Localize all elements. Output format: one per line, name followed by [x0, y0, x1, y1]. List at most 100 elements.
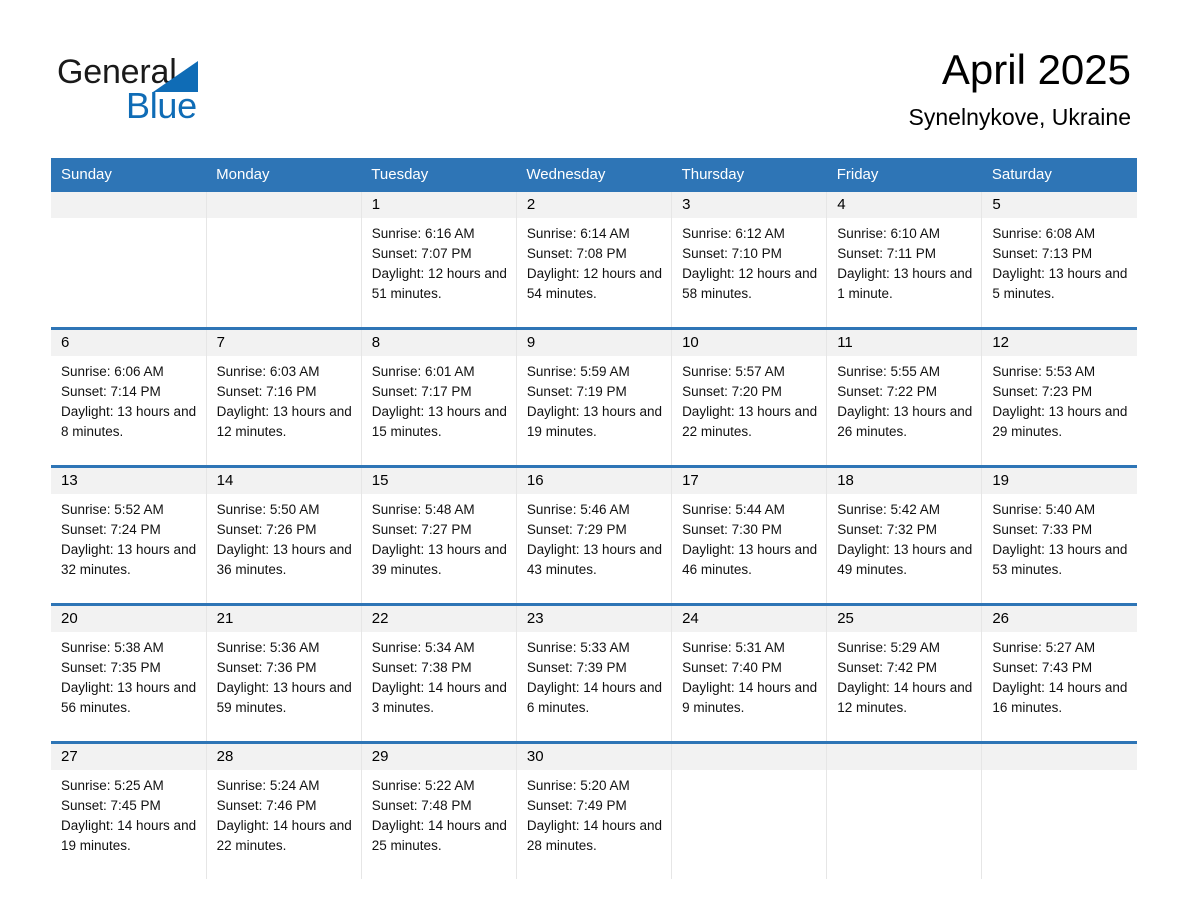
- sunrise-text: Sunrise: 6:12 AM: [682, 226, 785, 241]
- calendar-week-row: 1 Sunrise: 6:16 AM Sunset: 7:07 PM Daylight…: [51, 192, 1137, 329]
- calendar-day-cell[interactable]: 27 Sunrise: 5:25 AM Sunset: 7:45 PM Dayligh…: [51, 741, 207, 879]
- day-cell-inner: 12 Sunrise: 5:53 AM Sunset: 7:23 PM Dayligh…: [982, 330, 1137, 465]
- sunset-text: Sunset: 7:46 PM: [216, 798, 317, 813]
- day-number: 25: [827, 606, 982, 632]
- day-cell-inner: 14 Sunrise: 5:50 AM Sunset: 7:26 PM Dayligh…: [206, 468, 361, 603]
- day-details: Sunrise: 5:44 AM Sunset: 7:30 PM Daylight:…: [672, 494, 826, 580]
- day-details: Sunrise: 6:06 AM Sunset: 7:14 PM Daylight:…: [51, 356, 206, 442]
- calendar-day-cell[interactable]: 3 Sunrise: 6:12 AM Sunset: 7:10 PM Daylight…: [671, 192, 827, 329]
- weekday-header-thursday: Thursday: [671, 158, 827, 192]
- calendar-page: General Blue April 2025 Synelnykove, Ukr…: [0, 0, 1188, 918]
- day-cell-inner: 10 Sunrise: 5:57 AM Sunset: 7:20 PM Dayligh…: [672, 330, 827, 465]
- calendar-day-cell[interactable]: 20 Sunrise: 5:38 AM Sunset: 7:35 PM Dayligh…: [51, 603, 207, 743]
- day-number: 12: [982, 330, 1137, 356]
- day-cell-inner: 25 Sunrise: 5:29 AM Sunset: 7:42 PM Dayligh…: [827, 606, 982, 741]
- day-number: 15: [361, 468, 516, 494]
- calendar-day-cell[interactable]: 15 Sunrise: 5:48 AM Sunset: 7:27 PM Dayligh…: [360, 465, 517, 605]
- day-details: Sunrise: 5:48 AM Sunset: 7:27 PM Daylight:…: [362, 494, 516, 580]
- day-number: [982, 744, 1137, 770]
- sunrise-text: Sunrise: 5:25 AM: [61, 778, 164, 793]
- sunrise-text: Sunrise: 5:42 AM: [837, 502, 941, 517]
- day-details: Sunrise: 5:22 AM Sunset: 7:48 PM Daylight:…: [362, 770, 516, 856]
- day-details: Sunrise: 6:01 AM Sunset: 7:17 PM Daylight:…: [362, 356, 516, 442]
- day-number: 7: [206, 330, 361, 356]
- calendar-day-cell[interactable]: 30 Sunrise: 5:20 AM Sunset: 7:49 PM Dayligh…: [515, 741, 672, 879]
- weekday-header-friday: Friday: [826, 158, 982, 192]
- calendar-day-cell[interactable]: 9 Sunrise: 5:59 AM Sunset: 7:19 PM Daylight…: [515, 327, 672, 467]
- day-cell-inner: 28 Sunrise: 5:24 AM Sunset: 7:46 PM Dayligh…: [206, 744, 361, 879]
- sunset-text: Sunset: 7:39 PM: [526, 660, 627, 675]
- day-details: Sunrise: 6:12 AM Sunset: 7:10 PM Daylight:…: [672, 218, 826, 304]
- sunset-text: Sunset: 7:07 PM: [371, 246, 472, 261]
- day-cell-inner: 2 Sunrise: 6:14 AM Sunset: 7:08 PM Daylight…: [516, 192, 672, 327]
- calendar-day-cell[interactable]: 25 Sunrise: 5:29 AM Sunset: 7:42 PM Dayligh…: [826, 603, 982, 743]
- sunset-text: Sunset: 7:22 PM: [837, 384, 938, 399]
- calendar-day-cell[interactable]: 1 Sunrise: 6:16 AM Sunset: 7:07 PM Daylight…: [360, 192, 517, 329]
- calendar-day-cell[interactable]: 26 Sunrise: 5:27 AM Sunset: 7:43 PM Dayligh…: [981, 603, 1137, 743]
- calendar-week-row: 27 Sunrise: 5:25 AM Sunset: 7:45 PM Dayligh…: [51, 741, 1137, 879]
- title-block: April 2025 Synelnykove, Ukraine: [909, 44, 1131, 132]
- calendar-body: 1 Sunrise: 6:16 AM Sunset: 7:07 PM Daylight…: [51, 192, 1137, 879]
- day-number: 30: [516, 744, 672, 770]
- daylight-text: Daylight: 14 hours and 22 minutes.: [216, 818, 352, 853]
- day-details: Sunrise: 5:38 AM Sunset: 7:35 PM Daylight:…: [51, 632, 206, 718]
- calendar-day-cell[interactable]: 16 Sunrise: 5:46 AM Sunset: 7:29 PM Dayligh…: [515, 465, 672, 605]
- day-number: 2: [516, 192, 672, 218]
- calendar-day-cell[interactable]: 21 Sunrise: 5:36 AM Sunset: 7:36 PM Dayligh…: [205, 603, 362, 743]
- calendar-day-cell[interactable]: 14 Sunrise: 5:50 AM Sunset: 7:26 PM Dayligh…: [205, 465, 362, 605]
- day-details: Sunrise: 5:53 AM Sunset: 7:23 PM Daylight:…: [982, 356, 1137, 442]
- page-header: General Blue April 2025 Synelnykove, Ukr…: [0, 0, 1188, 158]
- day-number: 22: [361, 606, 516, 632]
- calendar-day-cell[interactable]: 13 Sunrise: 5:52 AM Sunset: 7:24 PM Dayligh…: [51, 465, 207, 605]
- calendar-day-cell[interactable]: 24 Sunrise: 5:31 AM Sunset: 7:40 PM Dayligh…: [671, 603, 827, 743]
- daylight-text: Daylight: 13 hours and 49 minutes.: [837, 542, 973, 577]
- calendar-day-cell[interactable]: 18 Sunrise: 5:42 AM Sunset: 7:32 PM Dayligh…: [826, 465, 982, 605]
- calendar-day-cell[interactable]: 6 Sunrise: 6:06 AM Sunset: 7:14 PM Daylight…: [51, 327, 207, 467]
- day-number: 20: [51, 606, 206, 632]
- calendar-day-cell[interactable]: 23 Sunrise: 5:33 AM Sunset: 7:39 PM Dayligh…: [515, 603, 672, 743]
- sunrise-text: Sunrise: 5:29 AM: [837, 640, 941, 655]
- day-number: 5: [982, 192, 1137, 218]
- day-details: [51, 218, 206, 224]
- calendar-day-cell[interactable]: 2 Sunrise: 6:14 AM Sunset: 7:08 PM Daylight…: [515, 192, 672, 329]
- calendar-day-cell[interactable]: 10 Sunrise: 5:57 AM Sunset: 7:20 PM Dayligh…: [671, 327, 827, 467]
- day-cell-inner: 19 Sunrise: 5:40 AM Sunset: 7:33 PM Dayligh…: [982, 468, 1137, 603]
- day-number: [672, 744, 827, 770]
- calendar-day-cell[interactable]: 28 Sunrise: 5:24 AM Sunset: 7:46 PM Dayligh…: [205, 741, 362, 879]
- day-cell-inner: [206, 192, 361, 327]
- sunrise-text: Sunrise: 5:33 AM: [526, 640, 630, 655]
- daylight-text: Daylight: 14 hours and 9 minutes.: [682, 680, 818, 715]
- calendar-empty-cell: [826, 741, 982, 879]
- sunset-text: Sunset: 7:30 PM: [682, 522, 782, 537]
- day-number: 9: [516, 330, 672, 356]
- day-cell-inner: 4 Sunrise: 6:10 AM Sunset: 7:11 PM Daylight…: [827, 192, 982, 327]
- daylight-text: Daylight: 13 hours and 43 minutes.: [526, 542, 663, 577]
- daylight-text: Daylight: 13 hours and 53 minutes.: [992, 542, 1128, 577]
- calendar-day-cell[interactable]: 7 Sunrise: 6:03 AM Sunset: 7:16 PM Daylight…: [205, 327, 362, 467]
- sunset-text: Sunset: 7:23 PM: [992, 384, 1093, 399]
- daylight-text: Daylight: 13 hours and 32 minutes.: [61, 542, 197, 577]
- daylight-text: Daylight: 14 hours and 19 minutes.: [61, 818, 197, 853]
- daylight-text: Daylight: 13 hours and 5 minutes.: [992, 266, 1128, 301]
- calendar-day-cell[interactable]: 5 Sunrise: 6:08 AM Sunset: 7:13 PM Daylight…: [981, 192, 1137, 329]
- calendar-day-cell[interactable]: 22 Sunrise: 5:34 AM Sunset: 7:38 PM Dayligh…: [360, 603, 517, 743]
- calendar-day-cell[interactable]: 8 Sunrise: 6:01 AM Sunset: 7:17 PM Daylight…: [360, 327, 517, 467]
- calendar-day-cell[interactable]: 11 Sunrise: 5:55 AM Sunset: 7:22 PM Dayligh…: [826, 327, 982, 467]
- sunset-text: Sunset: 7:29 PM: [526, 522, 627, 537]
- sunrise-text: Sunrise: 5:57 AM: [682, 364, 785, 379]
- daylight-text: Daylight: 12 hours and 51 minutes.: [371, 266, 507, 301]
- calendar-day-cell[interactable]: 17 Sunrise: 5:44 AM Sunset: 7:30 PM Dayligh…: [671, 465, 827, 605]
- sunset-text: Sunset: 7:32 PM: [837, 522, 938, 537]
- calendar-day-cell[interactable]: 4 Sunrise: 6:10 AM Sunset: 7:11 PM Daylight…: [826, 192, 982, 329]
- daylight-text: Daylight: 14 hours and 16 minutes.: [992, 680, 1128, 715]
- day-cell-inner: 23 Sunrise: 5:33 AM Sunset: 7:39 PM Dayligh…: [516, 606, 672, 741]
- day-cell-inner: [672, 744, 827, 879]
- calendar-empty-cell: [51, 192, 206, 329]
- calendar-day-cell[interactable]: 12 Sunrise: 5:53 AM Sunset: 7:23 PM Dayligh…: [981, 327, 1137, 467]
- sunrise-text: Sunrise: 6:08 AM: [992, 226, 1096, 241]
- day-cell-inner: 20 Sunrise: 5:38 AM Sunset: 7:35 PM Dayligh…: [51, 606, 206, 741]
- sunrise-text: Sunrise: 5:52 AM: [61, 502, 164, 517]
- calendar-day-cell[interactable]: 19 Sunrise: 5:40 AM Sunset: 7:33 PM Dayligh…: [981, 465, 1137, 605]
- day-details: Sunrise: 5:46 AM Sunset: 7:29 PM Daylight:…: [517, 494, 671, 580]
- calendar-day-cell[interactable]: 29 Sunrise: 5:22 AM Sunset: 7:48 PM Dayligh…: [360, 741, 517, 879]
